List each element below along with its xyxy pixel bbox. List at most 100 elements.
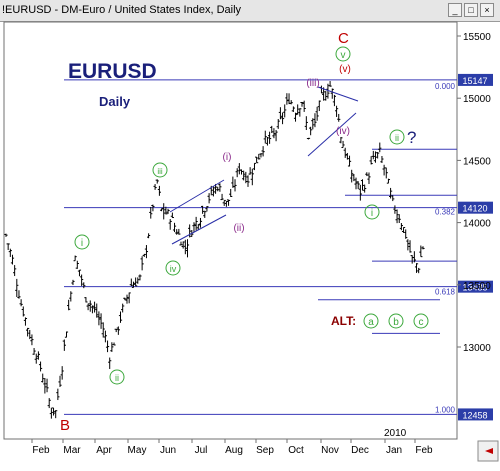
wave-v-marker: v bbox=[335, 46, 351, 62]
question-mark: ? bbox=[407, 128, 416, 147]
price-bar bbox=[142, 253, 146, 257]
price-bar bbox=[103, 330, 107, 343]
price-bar bbox=[410, 255, 414, 264]
scroll-arrow-icon[interactable] bbox=[477, 440, 499, 462]
price-bar bbox=[250, 168, 254, 186]
price-bar bbox=[334, 105, 339, 117]
fib-label: 0.382 bbox=[435, 208, 456, 217]
price-bars bbox=[4, 81, 425, 419]
price-bar bbox=[419, 245, 423, 258]
price-bar bbox=[369, 156, 373, 165]
price-bar bbox=[261, 146, 265, 157]
wave-ii-label: ii bbox=[115, 373, 119, 383]
year-label: 2010 bbox=[384, 428, 407, 439]
price-bar bbox=[324, 91, 328, 101]
price-bar bbox=[358, 184, 362, 201]
fib-label: 0.618 bbox=[435, 288, 456, 297]
price-bar bbox=[270, 125, 274, 134]
x-tick-label: Jul bbox=[195, 445, 208, 456]
price-bar bbox=[69, 291, 73, 302]
price-bar bbox=[192, 222, 196, 233]
price-bar bbox=[114, 328, 118, 333]
y-tick-label: 13500 bbox=[463, 281, 491, 292]
price-bar bbox=[341, 140, 345, 149]
price-bar bbox=[105, 340, 110, 353]
price-bar bbox=[21, 306, 25, 317]
price-bar bbox=[121, 303, 125, 313]
wave-sub-iii-label: (iii) bbox=[306, 78, 319, 89]
wave-iii-marker: iii bbox=[152, 162, 168, 178]
time-axis: Feb Mar Apr May Jun Jul Aug Sep Oct Nov Dec Jan Feb bbox=[31, 439, 433, 456]
price-bar bbox=[408, 240, 412, 253]
price-bar bbox=[17, 290, 21, 299]
price-bar bbox=[406, 239, 410, 251]
wave-post-i-label: i bbox=[371, 208, 373, 219]
price-bar bbox=[88, 300, 92, 312]
price-bar bbox=[300, 101, 304, 107]
price-bar bbox=[49, 407, 53, 419]
price-bar bbox=[108, 357, 112, 369]
wave-post-ii-label: ii bbox=[395, 133, 399, 143]
price-bar bbox=[41, 373, 45, 383]
price-bar bbox=[272, 128, 276, 139]
price-bar bbox=[414, 263, 419, 273]
wave-sub-v-label: (v) bbox=[339, 64, 351, 75]
price-bar bbox=[274, 129, 278, 142]
price-bar bbox=[382, 164, 386, 176]
price-bar bbox=[276, 118, 280, 129]
price-bar bbox=[235, 168, 239, 178]
x-tick-label: Sep bbox=[256, 445, 274, 456]
price-bar bbox=[110, 342, 114, 352]
x-tick-label: Aug bbox=[225, 445, 243, 456]
price-bar bbox=[136, 277, 140, 284]
price-bar bbox=[330, 88, 334, 99]
x-tick-label: Jan bbox=[386, 445, 402, 456]
price-bar bbox=[157, 185, 162, 196]
price-bar bbox=[371, 150, 375, 160]
price-chart: EURUSD Daily 0.000151470.382 141200.618 13… bbox=[3, 21, 499, 462]
price-bar bbox=[97, 311, 101, 326]
price-bar bbox=[218, 183, 222, 192]
price-bar bbox=[116, 326, 120, 335]
x-tick-label: Mar bbox=[63, 445, 81, 456]
price-bar bbox=[34, 353, 38, 364]
price-bar bbox=[399, 223, 403, 231]
price-bar bbox=[92, 301, 97, 313]
wave-i-label: i bbox=[81, 238, 83, 249]
y-tick-label: 14000 bbox=[463, 219, 491, 230]
price-bar bbox=[360, 179, 365, 191]
price-bar bbox=[26, 327, 30, 337]
price-bar bbox=[56, 388, 60, 401]
fib-label: 1.000 bbox=[435, 405, 456, 414]
price-bar bbox=[155, 179, 159, 184]
price-bar bbox=[8, 248, 12, 257]
price-bar bbox=[252, 162, 257, 171]
price-bar bbox=[47, 398, 51, 409]
price-bar bbox=[263, 130, 267, 144]
price-bar bbox=[226, 199, 231, 206]
wave-C-label: C bbox=[338, 30, 349, 47]
alt-a-label: a bbox=[368, 317, 374, 328]
price-bar bbox=[144, 245, 149, 259]
price-bar bbox=[233, 179, 237, 192]
price-bar bbox=[287, 93, 291, 105]
y-tick-label: 14500 bbox=[463, 156, 491, 167]
price-bar bbox=[207, 193, 211, 204]
price-bar bbox=[220, 193, 224, 201]
price-bar bbox=[289, 100, 293, 105]
price-bar bbox=[315, 106, 319, 121]
price-bar bbox=[129, 278, 133, 287]
alt-c-marker: c bbox=[413, 313, 429, 329]
wave-v-label: v bbox=[341, 50, 346, 61]
price-bar bbox=[170, 212, 174, 219]
price-bar bbox=[337, 113, 341, 122]
price-bar bbox=[6, 243, 10, 250]
wave-iv-marker: iv bbox=[165, 260, 181, 276]
price-bar bbox=[101, 322, 105, 338]
price-bar bbox=[67, 299, 71, 311]
price-bar bbox=[421, 246, 425, 250]
price-bar bbox=[198, 217, 203, 228]
price-bar bbox=[177, 228, 181, 235]
target-lines bbox=[318, 148, 457, 334]
price-bar bbox=[237, 163, 241, 175]
